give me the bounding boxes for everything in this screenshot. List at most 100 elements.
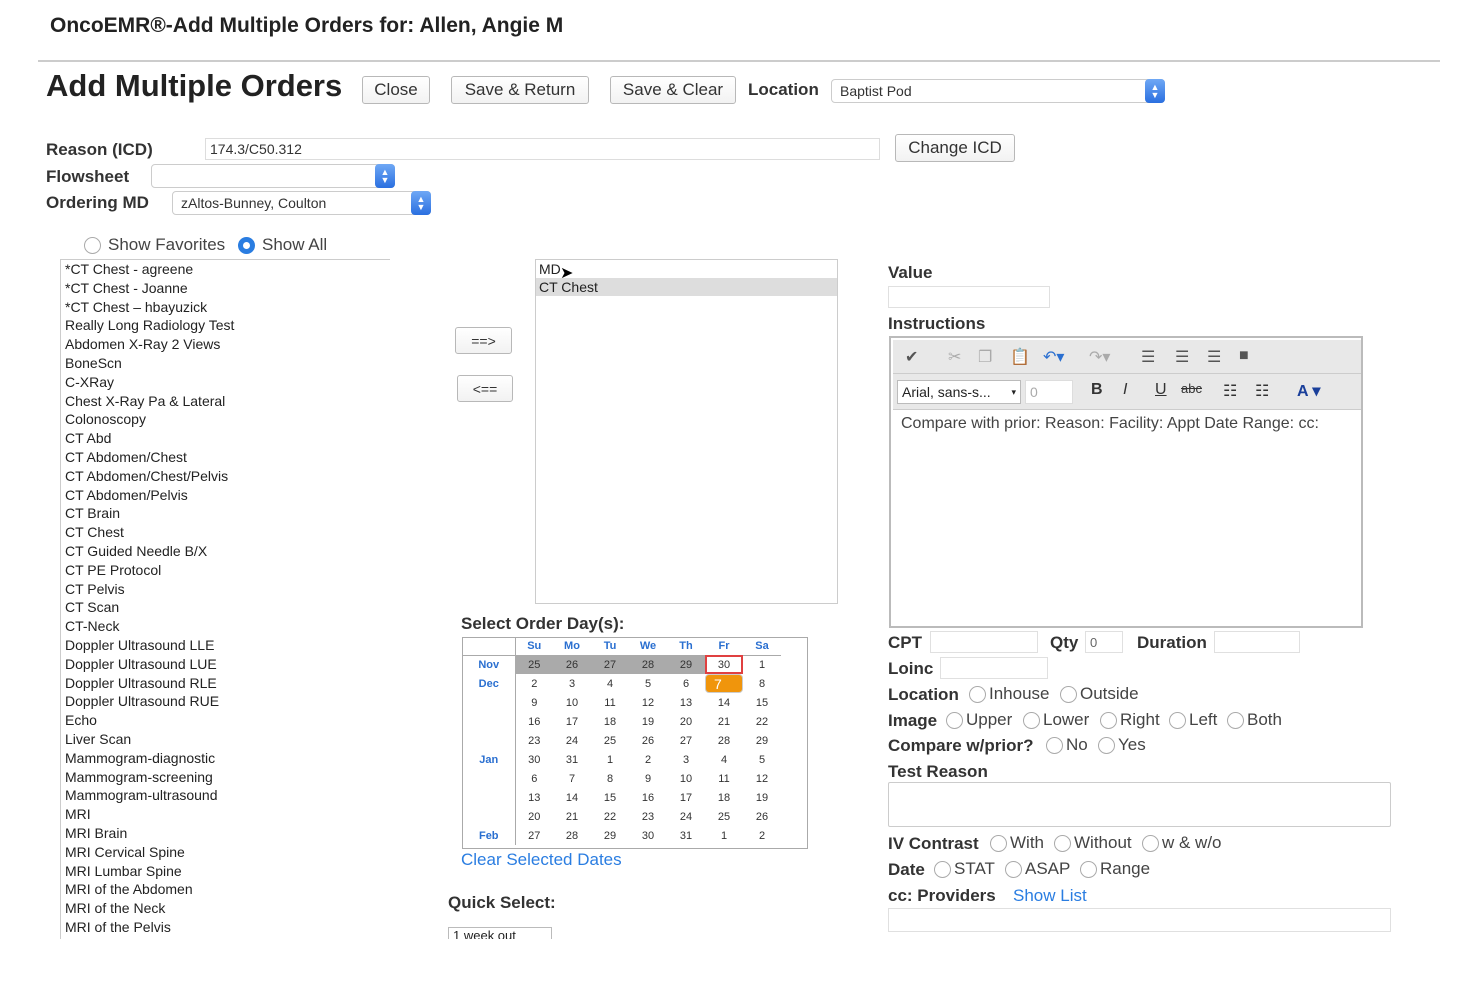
cut-icon[interactable]: ✂ — [948, 347, 961, 367]
show-list-link[interactable]: Show List — [1013, 886, 1087, 906]
calendar-day[interactable]: 25 — [515, 655, 553, 674]
calendar-day[interactable]: 30 — [515, 750, 553, 769]
calendar-day[interactable]: 27 — [591, 655, 629, 674]
order-list[interactable]: *CT Chest - agreene *CT Chest - Joanne *CT… — [60, 259, 390, 939]
calendar-day[interactable]: 26 — [553, 655, 591, 674]
calendar-day[interactable]: 24 — [667, 807, 705, 826]
list-item[interactable]: *CT Chest – hbayuzick — [65, 298, 390, 317]
underline-icon[interactable]: U — [1155, 381, 1167, 399]
list-item[interactable]: Really Long Radiology Test — [65, 316, 390, 335]
calendar-day[interactable]: 4 — [705, 750, 743, 769]
calendar-day[interactable]: 24 — [553, 731, 591, 750]
date-range-radio[interactable]: Range — [1080, 859, 1150, 879]
font-color-icon[interactable]: A ▾ — [1297, 381, 1320, 401]
list-item[interactable]: Chest X-Ray Pa & Lateral — [65, 392, 390, 411]
calendar-day[interactable]: 11 — [591, 693, 629, 712]
list-item[interactable]: MRI of the Neck — [65, 899, 390, 918]
list-item[interactable]: CT Guided Needle B/X — [65, 542, 390, 561]
calendar-day[interactable]: 1 — [591, 750, 629, 769]
image-left-radio[interactable]: Left — [1169, 710, 1217, 730]
location-select[interactable]: Baptist Pod ▲ ▼ — [831, 79, 1165, 103]
iv-without-radio[interactable]: Without — [1054, 833, 1132, 853]
bold-icon[interactable]: B — [1091, 381, 1103, 399]
editor-content[interactable]: Compare with prior: Reason: Facility: Ap… — [901, 414, 1351, 434]
list-item[interactable]: Doppler Ultrasound RLE — [65, 674, 390, 693]
calendar-day[interactable]: 21 — [705, 712, 743, 731]
calendar-day[interactable]: 29 — [667, 655, 705, 674]
image-both-radio[interactable]: Both — [1227, 710, 1282, 730]
justify-icon[interactable]: ■ — [1239, 347, 1249, 365]
list-item[interactable]: CT Chest — [65, 523, 390, 542]
list-item[interactable]: MRI of the Abdomen — [65, 880, 390, 899]
calendar-day[interactable]: 8 — [591, 769, 629, 788]
reason-input[interactable]: 174.3/C50.312 — [205, 138, 880, 160]
align-left-icon[interactable]: ☰ — [1141, 347, 1155, 367]
list-item[interactable]: *CT Chest - agreene — [65, 260, 390, 279]
location-outside-radio[interactable]: Outside — [1060, 684, 1139, 704]
calendar-day[interactable]: 17 — [553, 712, 591, 731]
font-size-select[interactable]: 0 — [1025, 380, 1073, 404]
list-item[interactable]: MD — [536, 260, 837, 278]
calendar-day[interactable]: 15 — [743, 693, 781, 712]
list-item[interactable]: *CT Chest - Joanne — [65, 279, 390, 298]
list-item[interactable]: Doppler Ultrasound LUE — [65, 655, 390, 674]
list-item[interactable]: MRI — [65, 805, 390, 824]
iv-both-radio[interactable]: w & w/o — [1142, 833, 1222, 853]
list-item[interactable]: Colonoscopy — [65, 410, 390, 429]
calendar-day[interactable]: 9 — [515, 693, 553, 712]
location-inhouse-radio[interactable]: Inhouse — [969, 684, 1050, 704]
compare-yes-radio[interactable]: Yes — [1098, 735, 1146, 755]
copy-icon[interactable]: ❐ — [978, 347, 992, 367]
calendar-day[interactable]: 29 — [591, 826, 629, 845]
numbered-list-icon[interactable]: ☷ — [1223, 381, 1237, 401]
calendar-day[interactable]: 8 — [743, 674, 781, 693]
value-input[interactable] — [888, 286, 1050, 308]
align-right-icon[interactable]: ☰ — [1207, 347, 1221, 367]
list-item[interactable]: CT-Neck — [65, 617, 390, 636]
calendar-day[interactable]: 23 — [515, 731, 553, 750]
list-item[interactable]: MRI of the Pelvis — [65, 918, 390, 937]
duration-input[interactable] — [1214, 631, 1300, 653]
calendar-day[interactable]: 31 — [667, 826, 705, 845]
list-item[interactable]: CT Abd — [65, 429, 390, 448]
calendar-day[interactable]: 25 — [591, 731, 629, 750]
list-item[interactable]: CT Abdomen/Pelvis — [65, 486, 390, 505]
calendar-day[interactable]: 17 — [667, 788, 705, 807]
calendar-day[interactable]: 26 — [743, 807, 781, 826]
list-item[interactable]: MRI Brain — [65, 824, 390, 843]
list-item[interactable]: CT Brain — [65, 504, 390, 523]
image-upper-radio[interactable]: Upper — [946, 710, 1012, 730]
calendar-day[interactable]: 5 — [743, 750, 781, 769]
calendar-day[interactable]: 30 — [629, 826, 667, 845]
show-all-radio[interactable]: Show All — [238, 235, 327, 255]
save-clear-button[interactable]: Save & Clear — [610, 76, 736, 104]
calendar-day[interactable]: 1 — [705, 826, 743, 845]
calendar-day[interactable]: 30 — [705, 655, 743, 674]
spellcheck-icon[interactable]: ✔ — [905, 347, 918, 367]
calendar-day[interactable]: 6 — [667, 674, 705, 693]
calendar-day[interactable]: 4 — [591, 674, 629, 693]
save-return-button[interactable]: Save & Return — [451, 76, 589, 104]
list-item[interactable]: Mammogram-screening — [65, 768, 390, 787]
calendar-day[interactable]: 28 — [629, 655, 667, 674]
list-item[interactable]: CT Abdomen/Chest/Pelvis — [65, 467, 390, 486]
image-lower-radio[interactable]: Lower — [1023, 710, 1089, 730]
calendar-day[interactable]: 21 — [553, 807, 591, 826]
loinc-input[interactable] — [940, 657, 1048, 679]
calendar-day[interactable]: 28 — [705, 731, 743, 750]
calendar-day[interactable]: 11 — [705, 769, 743, 788]
calendar-day[interactable]: 2 — [743, 826, 781, 845]
close-button[interactable]: Close — [362, 76, 430, 104]
calendar-day[interactable]: 12 — [743, 769, 781, 788]
calendar-day[interactable]: 23 — [629, 807, 667, 826]
list-item[interactable]: MRI Sacrum — [65, 937, 390, 939]
list-item[interactable]: Doppler Ultrasound LLE — [65, 636, 390, 655]
calendar-day[interactable]: 22 — [591, 807, 629, 826]
calendar-day[interactable]: 19 — [629, 712, 667, 731]
calendar-day[interactable]: 19 — [743, 788, 781, 807]
calendar-day[interactable]: 5 — [629, 674, 667, 693]
calendar-day[interactable]: 7 — [553, 769, 591, 788]
calendar-day[interactable]: 14 — [553, 788, 591, 807]
calendar-day[interactable]: 7 — [705, 674, 743, 693]
change-icd-button[interactable]: Change ICD — [895, 134, 1015, 162]
